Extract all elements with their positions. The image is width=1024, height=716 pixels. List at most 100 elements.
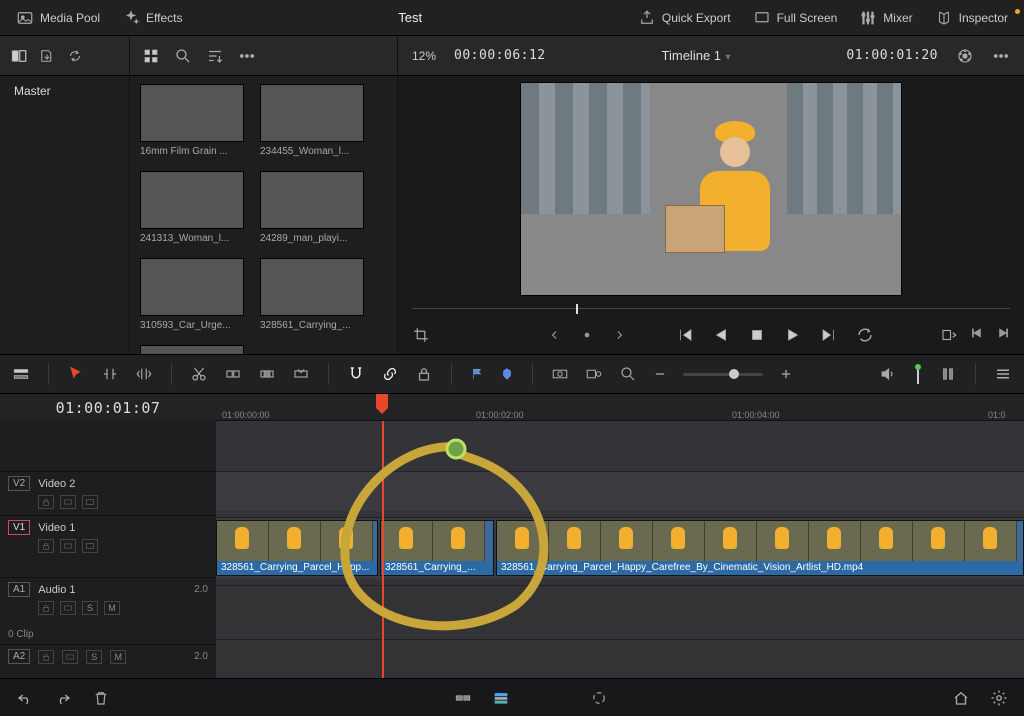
track-badge-a2[interactable]: A2	[8, 649, 30, 664]
match-frame-icon[interactable]	[940, 326, 958, 344]
track-monitor-v1[interactable]	[82, 539, 98, 553]
settings-icon[interactable]	[990, 689, 1008, 707]
timeline-ruler[interactable]: 01:00:00:00 01:00:02:00 01:00:04:00 01:0	[216, 394, 1024, 421]
stop-icon[interactable]	[748, 326, 766, 344]
media-clip[interactable]: 310593_Car_Urge...	[140, 258, 244, 331]
timeline-tracks-area[interactable]: 328561_Carrying_Parcel_Happ...328561_Car…	[216, 421, 1024, 678]
edit-page-icon[interactable]	[492, 689, 510, 707]
record-timecode[interactable]: 01:00:01:20	[846, 48, 938, 63]
next-keyframe-icon[interactable]	[612, 328, 626, 342]
media-clip[interactable]: 16mm Film Grain ...	[140, 84, 244, 157]
source-timecode[interactable]: 00:00:06:12	[454, 48, 546, 63]
channels-icon[interactable]	[939, 365, 957, 383]
play-icon[interactable]	[784, 326, 802, 344]
timeline-name[interactable]: Timeline 1	[662, 48, 721, 63]
snap-icon[interactable]	[347, 365, 365, 383]
effects-toggle[interactable]: Effects	[116, 6, 188, 30]
track-lock-v1[interactable]	[38, 539, 54, 553]
zoom-custom-icon[interactable]	[619, 365, 637, 383]
track-badge-v1[interactable]: V1	[8, 520, 30, 535]
timeline-view-icon[interactable]	[12, 365, 30, 383]
next-edit-icon[interactable]	[996, 326, 1010, 340]
track-enable-v1[interactable]	[60, 539, 76, 553]
quick-export-button[interactable]: Quick Export	[632, 6, 737, 30]
mute-flag-icon[interactable]	[913, 364, 923, 384]
dynamic-trim-icon[interactable]	[135, 365, 153, 383]
track-enable-v2[interactable]	[60, 495, 76, 509]
color-wheel-icon[interactable]	[956, 47, 974, 65]
timeline-menu-icon[interactable]	[994, 365, 1012, 383]
track-name-v1[interactable]: Video 1	[38, 522, 75, 534]
timeline-clip[interactable]: 328561_Carrying_Parcel_Happy_Carefree_By…	[496, 520, 1024, 576]
playhead-line[interactable]	[382, 421, 384, 678]
timeline-position-timecode[interactable]: 01:00:01:07	[0, 394, 216, 421]
overwrite-clip-icon[interactable]	[258, 365, 276, 383]
viewer-zoom[interactable]: 12%	[412, 49, 436, 63]
dual-view-icon[interactable]	[10, 47, 28, 65]
more-options-icon[interactable]	[238, 47, 256, 65]
media-clip[interactable]: 234455_Woman_l...	[260, 84, 364, 157]
media-clip[interactable]: 328561_Carrying_...	[260, 258, 364, 331]
lock-icon[interactable]	[415, 365, 433, 383]
audio-monitor-icon[interactable]	[879, 365, 897, 383]
zoom-in-icon[interactable]	[779, 367, 793, 381]
track-mute-a2[interactable]: M	[110, 650, 126, 664]
track-badge-v2[interactable]: V2	[8, 476, 30, 491]
track-name-a1[interactable]: Audio 1	[38, 584, 75, 596]
prev-keyframe-icon[interactable]	[548, 328, 562, 342]
track-enable-a1[interactable]	[60, 601, 76, 615]
trash-icon[interactable]	[92, 689, 110, 707]
zoom-fit-icon[interactable]	[551, 365, 569, 383]
timeline-clip[interactable]: 328561_Carrying_Parcel_Happ...	[216, 520, 378, 576]
media-clip[interactable]: 241313_Woman_l...	[140, 171, 244, 244]
track-enable-a2[interactable]	[62, 650, 78, 664]
timeline-clip[interactable]: 328561_Carrying_...	[380, 520, 494, 576]
track-badge-a1[interactable]: A1	[8, 582, 30, 597]
cut-page-icon[interactable]	[454, 689, 472, 707]
undo-icon[interactable]	[16, 689, 34, 707]
play-reverse-icon[interactable]	[712, 326, 730, 344]
search-icon[interactable]	[174, 47, 192, 65]
full-screen-button[interactable]: Full Screen	[747, 6, 844, 30]
replace-clip-icon[interactable]	[292, 365, 310, 383]
loop-icon[interactable]	[856, 326, 874, 344]
track-lock-a2[interactable]	[38, 650, 54, 664]
chevron-down-icon[interactable]: ▾	[725, 52, 730, 63]
track-lock-v2[interactable]	[38, 495, 54, 509]
inspector-toggle[interactable]: Inspector	[929, 6, 1014, 30]
track-mute-a1[interactable]: M	[104, 601, 120, 615]
blade-tool-icon[interactable]	[190, 365, 208, 383]
track-solo-a2[interactable]: S	[86, 650, 102, 664]
viewer-scrubber[interactable]	[412, 300, 1010, 316]
viewer-preview[interactable]	[520, 82, 902, 296]
selection-tool-icon[interactable]	[67, 365, 85, 383]
import-media-icon[interactable]	[38, 47, 56, 65]
playhead-handle[interactable]	[376, 394, 388, 408]
master-bin[interactable]: Master	[0, 76, 129, 106]
media-pool-toggle[interactable]: Media Pool	[10, 6, 106, 30]
trim-tool-icon[interactable]	[101, 365, 119, 383]
last-frame-icon[interactable]	[820, 326, 838, 344]
track-monitor-v2[interactable]	[82, 495, 98, 509]
viewer-options-icon[interactable]	[992, 47, 1010, 65]
prev-edit-icon[interactable]	[970, 326, 984, 340]
media-clip[interactable]	[140, 345, 244, 354]
track-lock-a1[interactable]	[38, 601, 54, 615]
first-frame-icon[interactable]	[676, 326, 694, 344]
home-icon[interactable]	[952, 689, 970, 707]
link-icon[interactable]	[381, 365, 399, 383]
marker-icon[interactable]	[500, 367, 514, 381]
insert-clip-icon[interactable]	[224, 365, 242, 383]
zoom-out-icon[interactable]	[653, 367, 667, 381]
thumbnail-view-icon[interactable]	[142, 47, 160, 65]
sort-icon[interactable]	[206, 47, 224, 65]
keyframe-icon[interactable]	[580, 328, 594, 342]
track-solo-a1[interactable]: S	[82, 601, 98, 615]
sync-bin-icon[interactable]	[66, 47, 84, 65]
crop-icon[interactable]	[412, 326, 430, 344]
mixer-toggle[interactable]: Mixer	[853, 6, 918, 30]
loading-icon[interactable]	[590, 689, 608, 707]
zoom-detail-icon[interactable]	[585, 365, 603, 383]
flag-icon[interactable]	[470, 367, 484, 381]
media-clip[interactable]: 24289_man_playi...	[260, 171, 364, 244]
